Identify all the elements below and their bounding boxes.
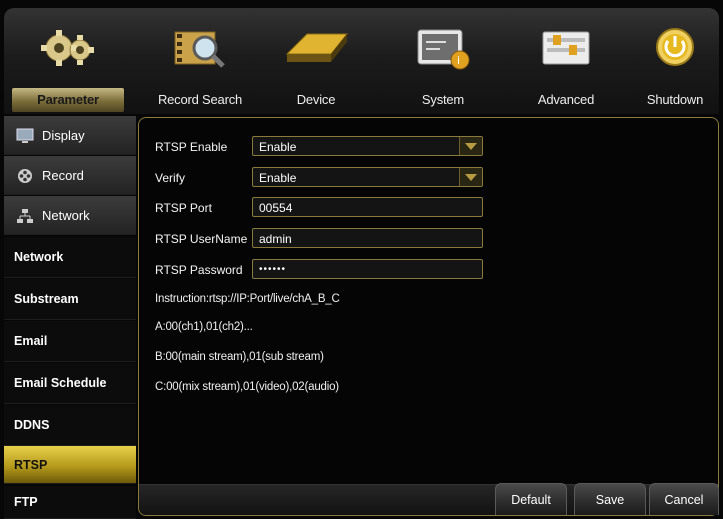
gears-icon — [41, 30, 94, 66]
system-info-icon: i — [417, 29, 470, 70]
rtsp-enable-value: Enable — [259, 140, 297, 154]
toolbar-label: Device — [296, 92, 336, 107]
sidebar-group-display[interactable]: Display — [4, 116, 136, 155]
sidebar-item-email[interactable]: Email — [4, 321, 136, 362]
toolbar-advanced[interactable]: Advanced — [516, 8, 616, 114]
verify-label: Verify — [155, 171, 186, 185]
sidebar-group-record[interactable]: Record — [4, 156, 136, 195]
rtsp-password-label: RTSP Password — [155, 263, 243, 277]
settings-sidebar: Display Record Network Network Substream… — [4, 116, 136, 519]
rtsp-enable-select[interactable]: Enable — [252, 136, 483, 156]
chevron-down-icon[interactable] — [459, 137, 482, 155]
instruction-text: Instruction:rtsp://IP:Port/live/chA_B_C — [155, 293, 340, 305]
toolbar-label: Record Search — [157, 92, 243, 107]
sidebar-item-rtsp[interactable]: RTSP — [4, 446, 136, 484]
advanced-settings-icon — [542, 31, 590, 65]
instruction-channel-text: A:00(ch1),01(ch2)... — [155, 321, 253, 333]
toolbar-system[interactable]: i System — [388, 8, 498, 114]
rtsp-port-input[interactable]: 00554 — [252, 197, 483, 217]
default-button[interactable]: Default — [495, 483, 567, 515]
rtsp-password-input[interactable]: •••••• — [252, 259, 483, 279]
svg-text:i: i — [457, 54, 460, 67]
power-icon — [656, 28, 694, 66]
film-reel-icon — [18, 168, 32, 183]
film-search-icon — [174, 31, 225, 68]
sidebar-item-substream[interactable]: Substream — [4, 279, 136, 320]
network-icon — [17, 208, 33, 223]
rtsp-port-label: RTSP Port — [155, 201, 212, 215]
rtsp-username-label: RTSP UserName — [155, 232, 248, 246]
sidebar-item-network[interactable]: Network — [4, 237, 136, 278]
toolbar-label: Shutdown — [646, 92, 704, 107]
rtsp-enable-label: RTSP Enable — [155, 140, 228, 154]
dvr-settings-screen: Parameter Record Search Device i System … — [0, 0, 723, 519]
save-button[interactable]: Save — [574, 483, 646, 515]
toolbar-record-search[interactable]: Record Search — [150, 8, 250, 114]
sidebar-item-email-schedule[interactable]: Email Schedule — [4, 363, 136, 404]
cancel-button[interactable]: Cancel — [649, 483, 719, 515]
toolbar-shutdown[interactable]: Shutdown — [632, 8, 718, 114]
instruction-media-text: C:00(mix stream),01(video),02(audio) — [155, 381, 339, 393]
sidebar-group-label: Record — [42, 168, 84, 183]
main-toolbar: Parameter Record Search Device i System … — [4, 8, 719, 114]
sidebar-group-network[interactable]: Network — [4, 196, 136, 235]
hard-disk-icon — [285, 33, 349, 62]
toolbar-label: Parameter — [12, 88, 124, 112]
toolbar-label: Advanced — [537, 92, 595, 107]
rtsp-settings-panel: RTSP Enable Enable Verify Enable RTSP Po… — [138, 117, 719, 516]
verify-select[interactable]: Enable — [252, 167, 483, 187]
rtsp-username-input[interactable]: admin — [252, 228, 483, 248]
verify-value: Enable — [259, 171, 297, 185]
instruction-stream-text: B:00(main stream),01(sub stream) — [155, 351, 324, 363]
sidebar-group-label: Display — [42, 128, 85, 143]
chevron-down-icon[interactable] — [459, 168, 482, 186]
toolbar-label: System — [421, 92, 465, 107]
sidebar-item-ddns[interactable]: DDNS — [4, 405, 136, 446]
monitor-icon — [16, 128, 34, 143]
sidebar-item-ftp[interactable]: FTP — [4, 486, 136, 519]
toolbar-device[interactable]: Device — [266, 8, 366, 114]
toolbar-parameter[interactable]: Parameter — [12, 8, 124, 114]
sidebar-group-label: Network — [42, 208, 90, 223]
